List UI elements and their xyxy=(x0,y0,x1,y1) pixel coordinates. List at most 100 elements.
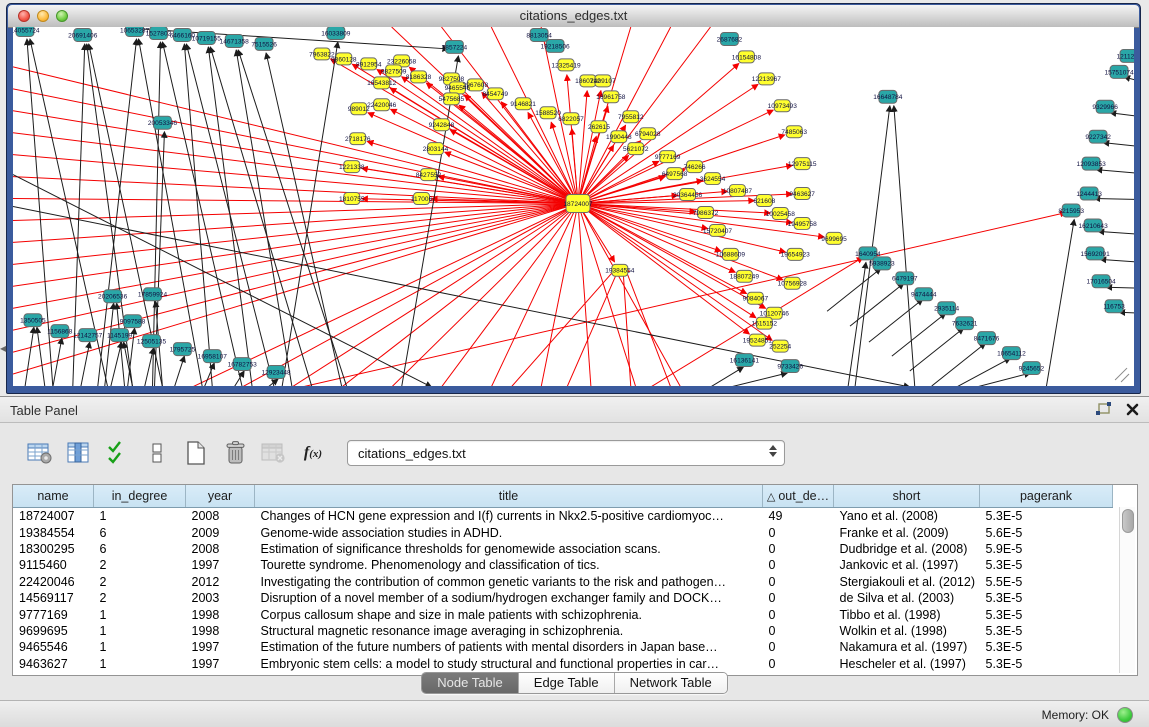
table-cell[interactable]: Nakamura et al. (1997) xyxy=(834,639,980,655)
table-cell[interactable]: 1 xyxy=(94,639,186,655)
table-row[interactable]: 1872400712008Changes of HCN gene express… xyxy=(13,508,1113,525)
table-row[interactable]: 1456911722003Disruption of a novel membe… xyxy=(13,590,1113,606)
table-row[interactable]: 911546021997Tourette syndrome. Phenomeno… xyxy=(13,557,1113,573)
table-cell[interactable]: 9463627 xyxy=(13,656,94,672)
column-header-out_de[interactable]: △out_de… xyxy=(763,485,834,508)
table-cell[interactable]: 9699695 xyxy=(13,623,94,639)
table-cell[interactable]: 0 xyxy=(763,623,834,639)
table-cell[interactable]: Tourette syndrome. Phenomenology and cla… xyxy=(255,557,763,573)
window-titlebar[interactable]: citations_edges.txt xyxy=(8,5,1139,28)
collapse-left-panel-icon[interactable]: ◀ xyxy=(0,344,6,353)
table-row[interactable]: 946362711997Embryonic stem cells: a mode… xyxy=(13,656,1113,672)
table-cell[interactable]: 9777169 xyxy=(13,606,94,622)
table-cell[interactable]: 18300295 xyxy=(13,541,94,557)
table-cell[interactable]: 5.3E-5 xyxy=(980,623,1113,639)
table-cell[interactable]: Changes of HCN gene expression and I(f) … xyxy=(255,508,763,525)
table-cell[interactable]: 1 xyxy=(94,606,186,622)
tab-node-table[interactable]: Node Table xyxy=(422,673,518,693)
function-builder-icon[interactable]: f(x) xyxy=(299,440,327,466)
table-row[interactable]: 1830029562008Estimation of significance … xyxy=(13,541,1113,557)
table-cell[interactable]: 9465546 xyxy=(13,639,94,655)
table-cell[interactable]: 5.3E-5 xyxy=(980,590,1113,606)
tab-edge-table[interactable]: Edge Table xyxy=(518,673,614,693)
table-cell[interactable]: Wolkin et al. (1998) xyxy=(834,623,980,639)
resize-grip-icon[interactable] xyxy=(1115,368,1129,382)
table-cell[interactable]: Genome-wide association studies in ADHD. xyxy=(255,524,763,540)
table-cell[interactable]: 2012 xyxy=(186,574,255,590)
table-cell[interactable]: 5.3E-5 xyxy=(980,508,1113,525)
table-cell[interactable]: Estimation of the future numbers of pati… xyxy=(255,639,763,655)
table-selector-dropdown[interactable]: citations_edges.txt xyxy=(347,440,785,466)
table-cell[interactable]: 0 xyxy=(763,656,834,672)
table-cell[interactable]: Dudbridge et al. (2008) xyxy=(834,541,980,557)
column-header-short[interactable]: short xyxy=(834,485,980,508)
table-cell[interactable]: Yano et al. (2008) xyxy=(834,508,980,525)
table-cell[interactable]: Embryonic stem cells: a model to study s… xyxy=(255,656,763,672)
table-row[interactable]: 1938455462009Genome-wide association stu… xyxy=(13,524,1113,540)
table-cell[interactable]: 2 xyxy=(94,574,186,590)
table-row[interactable]: 969969511998Structural magnetic resonanc… xyxy=(13,623,1113,639)
table-cell[interactable]: 5.3E-5 xyxy=(980,557,1113,573)
table-cell[interactable]: 0 xyxy=(763,639,834,655)
table-cell[interactable]: Investigating the contribution of common… xyxy=(255,574,763,590)
close-panel-icon[interactable] xyxy=(1126,403,1139,416)
table-cell[interactable]: Structural magnetic resonance image aver… xyxy=(255,623,763,639)
table-cell[interactable]: 1997 xyxy=(186,656,255,672)
table-cell[interactable]: 19384554 xyxy=(13,524,94,540)
table-cell[interactable]: 1 xyxy=(94,656,186,672)
column-header-name[interactable]: name xyxy=(13,485,94,508)
table-cell[interactable]: Stergiakouli et al. (2012) xyxy=(834,574,980,590)
table-cell[interactable]: 0 xyxy=(763,524,834,540)
table-cell[interactable]: 5.6E-5 xyxy=(980,524,1113,540)
scrollbar-thumb[interactable] xyxy=(1122,509,1134,533)
table-cell[interactable]: 1997 xyxy=(186,639,255,655)
table-cell[interactable]: 2008 xyxy=(186,541,255,557)
table-cell[interactable]: 2009 xyxy=(186,524,255,540)
new-document-icon[interactable] xyxy=(182,440,210,466)
table-cell[interactable]: 6 xyxy=(94,524,186,540)
table-cell[interactable]: 22420046 xyxy=(13,574,94,590)
table-cell[interactable]: 1998 xyxy=(186,623,255,639)
attribute-settings-table-icon[interactable] xyxy=(26,440,54,466)
table-cell[interactable]: Estimation of significance thresholds fo… xyxy=(255,541,763,557)
table-cell[interactable]: Hescheler et al. (1997) xyxy=(834,656,980,672)
table-cell[interactable]: 5.3E-5 xyxy=(980,606,1113,622)
table-cell[interactable]: 0 xyxy=(763,590,834,606)
table-cell[interactable]: 49 xyxy=(763,508,834,525)
column-header-in_degree[interactable]: in_degree xyxy=(94,485,186,508)
table-row[interactable]: 977716911998Corpus callosum shape and si… xyxy=(13,606,1113,622)
table-cell[interactable]: 5.3E-5 xyxy=(980,639,1113,655)
network-canvas-area[interactable]: 1405572420691406106532871527802646616010… xyxy=(13,27,1134,386)
table-cell[interactable]: 1 xyxy=(94,623,186,639)
table-cell[interactable]: 0 xyxy=(763,541,834,557)
table-cell[interactable]: Jankovic et al. (1997) xyxy=(834,557,980,573)
float-panel-icon[interactable] xyxy=(1095,402,1112,417)
table-cell[interactable]: 2 xyxy=(94,557,186,573)
table-cell[interactable]: 0 xyxy=(763,574,834,590)
table-cell[interactable]: 9115460 xyxy=(13,557,94,573)
table-cell[interactable]: 1998 xyxy=(186,606,255,622)
table-cell[interactable]: 18724007 xyxy=(13,508,94,525)
table-cell[interactable]: 2008 xyxy=(186,508,255,525)
column-header-year[interactable]: year xyxy=(186,485,255,508)
table-cell[interactable]: 5.9E-5 xyxy=(980,541,1113,557)
table-cell[interactable]: 1997 xyxy=(186,557,255,573)
table-cell[interactable]: 1 xyxy=(94,508,186,525)
column-visibility-table-icon[interactable] xyxy=(65,440,93,466)
table-cell[interactable]: 5.5E-5 xyxy=(980,574,1113,590)
row-format-icon[interactable] xyxy=(143,440,171,466)
tab-network-table[interactable]: Network Table xyxy=(614,673,727,693)
table-vertical-scrollbar[interactable] xyxy=(1119,507,1135,673)
table-cell[interactable]: 0 xyxy=(763,557,834,573)
select-checks-icon[interactable] xyxy=(104,440,132,466)
table-cell[interactable]: 2003 xyxy=(186,590,255,606)
table-cell[interactable]: Franke et al. (2009) xyxy=(834,524,980,540)
column-header-title[interactable]: title xyxy=(255,485,763,508)
table-cell[interactable]: 2 xyxy=(94,590,186,606)
table-cell[interactable]: 14569117 xyxy=(13,590,94,606)
table-cell[interactable]: 0 xyxy=(763,606,834,622)
table-cell[interactable]: de Silva et al. (2003) xyxy=(834,590,980,606)
delete-trash-icon[interactable] xyxy=(221,440,249,466)
citation-red-edges[interactable] xyxy=(302,59,1066,386)
table-cell[interactable]: Corpus callosum shape and size in male p… xyxy=(255,606,763,622)
